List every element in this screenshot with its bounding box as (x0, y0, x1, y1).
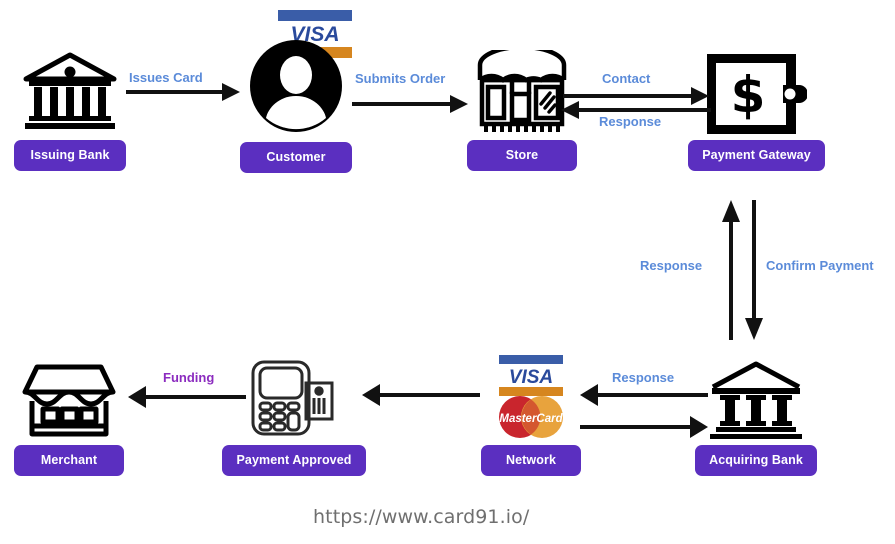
node-label-network: Network (481, 445, 581, 476)
bank-columns-icon (21, 48, 119, 134)
node-label-store: Store (467, 140, 577, 171)
arrow-response-network (580, 384, 708, 406)
dollar-sign-glyph: $ (730, 66, 765, 124)
label-response-up: Response (640, 258, 703, 273)
label-confirm-payment: Confirm Payment (766, 258, 874, 273)
node-label-payment-approved: Payment Approved (222, 445, 366, 476)
diagram-canvas: Issuing Bank VISA Customer Store $ Payme… (0, 0, 895, 544)
node-payment-approved[interactable]: Payment Approved (222, 355, 366, 476)
arrow-response-up (722, 200, 740, 340)
arrow-funding (128, 386, 246, 408)
footer-url[interactable]: https://www.card91.io/ (313, 506, 529, 528)
node-label-payment-gateway: Payment Gateway (688, 140, 825, 171)
node-acquiring-bank[interactable]: Acquiring Bank (695, 355, 817, 476)
node-merchant[interactable]: Merchant (14, 355, 124, 476)
label-contact: Contact (602, 71, 651, 86)
wallet-dollar-icon: $ (706, 48, 807, 134)
mastercard-wordmark: MasterCard (499, 413, 563, 425)
arrow-network-to-pos (362, 384, 480, 406)
label-submits-order: Submits Order (355, 71, 446, 86)
node-label-merchant: Merchant (14, 445, 124, 476)
node-issuing-bank[interactable]: Issuing Bank (14, 48, 126, 171)
visa-wordmark-network: VISA (509, 367, 553, 388)
label-response-network: Response (612, 370, 675, 385)
bank-pillars-icon (706, 355, 806, 439)
visa-mastercard-icon: VISA MasterCard (487, 355, 575, 439)
shop-window-icon (19, 355, 119, 439)
node-network[interactable]: VISA MasterCard Network (481, 355, 581, 476)
arrow-submits-order (352, 95, 468, 113)
storefront-awning-icon (476, 48, 568, 134)
node-label-issuing-bank: Issuing Bank (14, 140, 126, 171)
label-response-gateway: Response (599, 114, 662, 129)
pos-terminal-icon (244, 355, 344, 439)
arrow-confirm-payment (745, 200, 763, 340)
node-customer[interactable]: VISA Customer (240, 10, 352, 173)
node-label-customer: Customer (240, 142, 352, 173)
node-label-acquiring-bank: Acquiring Bank (695, 445, 817, 476)
arrow-network-to-bank (580, 416, 708, 438)
label-funding: Funding (163, 370, 215, 385)
label-issues-card: Issues Card (129, 70, 203, 85)
